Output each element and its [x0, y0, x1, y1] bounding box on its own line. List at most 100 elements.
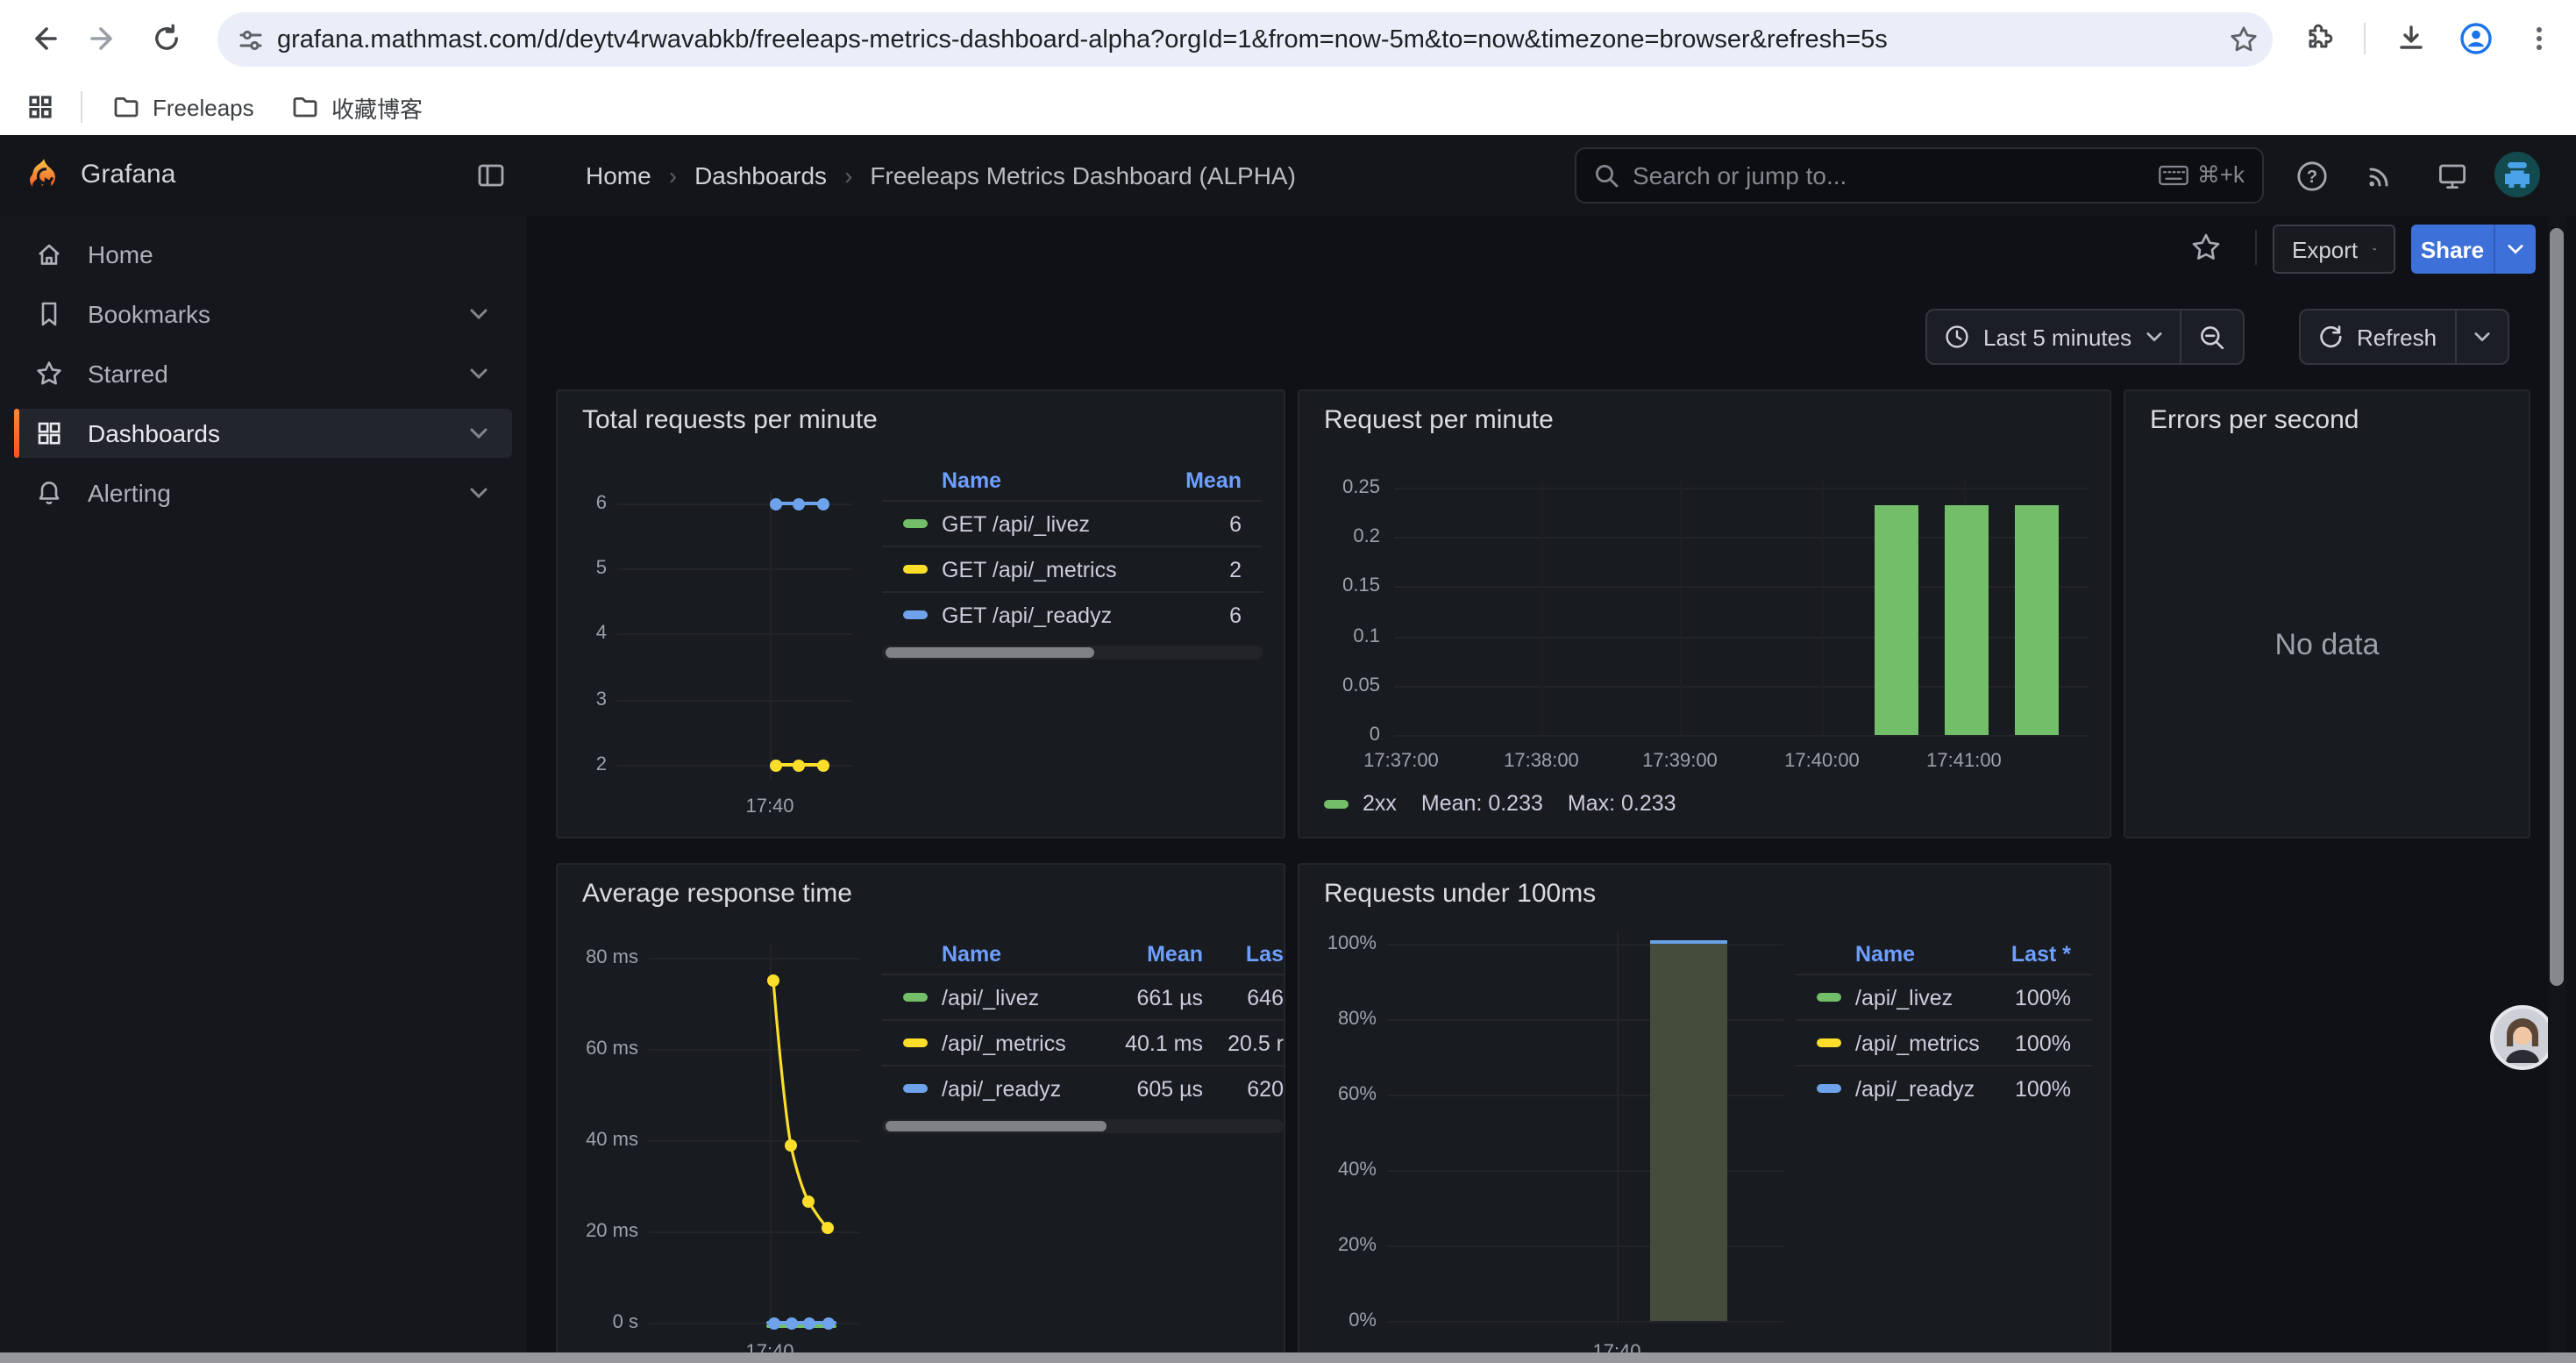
legend-inline[interactable]: 2xx Mean: 0.233 Max: 0.233 [1324, 791, 1676, 816]
series-swatch-yellow [903, 565, 928, 574]
area-fill-under100[interactable] [1650, 944, 1727, 1321]
legend-series-name: GET /api/_readyz [942, 603, 1150, 627]
reload-icon[interactable] [140, 12, 193, 65]
search-shortcut: ⌘+k [2159, 161, 2245, 189]
assistant-avatar[interactable] [2490, 1005, 2555, 1070]
legend-header-last[interactable]: Las [1203, 942, 1284, 967]
legend-row[interactable]: /api/_livez 100% [1796, 974, 2092, 1019]
series-swatch-yellow [903, 1038, 928, 1047]
bookmark-star-icon[interactable] [2217, 13, 2269, 66]
download-icon[interactable] [2385, 12, 2437, 65]
panel-title[interactable]: Total requests per minute [582, 405, 878, 435]
user-avatar[interactable] [2494, 151, 2541, 198]
sidebar-item-label: Bookmarks [88, 300, 445, 328]
series-point[interactable] [792, 759, 804, 771]
chevron-down-icon[interactable] [470, 309, 487, 319]
bookmark-folder-blogs[interactable]: 收藏博客 [277, 86, 437, 128]
legend-scrollbar-thumb[interactable] [886, 1121, 1107, 1131]
chevron-down-icon[interactable] [470, 488, 487, 498]
legend-row[interactable]: /api/_metrics 40.1 ms 20.5 r [882, 1019, 1284, 1065]
bar-2xx[interactable] [1875, 505, 1918, 735]
back-icon[interactable] [18, 12, 70, 65]
share-button[interactable]: Share [2411, 225, 2494, 274]
actions-divider [2255, 230, 2257, 265]
y-tick: 60% [1306, 1082, 1377, 1107]
screen: grafana.mathmast.com/d/deytv4rwavabkb/fr… [0, 0, 2576, 1363]
page-scrollbar-thumb[interactable] [2550, 228, 2564, 986]
chevron-down-icon[interactable] [470, 428, 487, 439]
legend-row[interactable]: /api/_readyz 605 µs 620 [882, 1065, 1284, 1110]
brand-label[interactable]: Grafana [81, 160, 175, 189]
x-tick: 17:37:00 [1345, 749, 1457, 774]
sidebar-item-dashboards[interactable]: Dashboards [14, 409, 512, 458]
series-swatch-green [903, 519, 928, 528]
bar-2xx[interactable] [1945, 505, 1989, 735]
legend-row[interactable]: GET /api/_metrics 2 [882, 546, 1263, 591]
export-button[interactable]: Export [2273, 225, 2395, 274]
favorite-star-icon[interactable] [2180, 221, 2232, 274]
home-icon [35, 240, 63, 268]
legend-scrollbar-thumb[interactable] [886, 647, 1095, 658]
legend-header-name[interactable]: Name [942, 942, 1091, 967]
series-point[interactable] [769, 759, 781, 771]
legend-row[interactable]: /api/_metrics 100% [1796, 1019, 2092, 1065]
bookmarks-bar: Freeleaps 收藏博客 [0, 79, 2576, 135]
panel-title[interactable]: Requests under 100ms [1324, 879, 1596, 909]
legend-header-last[interactable]: Last * [1980, 942, 2092, 967]
share-menu-button[interactable] [2494, 225, 2536, 274]
chevron-down-icon [2372, 244, 2376, 254]
sidebar-item-starred[interactable]: Starred [14, 349, 512, 398]
series-point[interactable] [816, 759, 829, 771]
legend-scrollbar[interactable] [882, 646, 1263, 660]
address-bar[interactable]: grafana.mathmast.com/d/deytv4rwavabkb/fr… [217, 12, 2273, 67]
gridline [1387, 1321, 1783, 1323]
legend-row[interactable]: GET /api/_readyz 6 [882, 591, 1263, 637]
monitor-icon[interactable] [2425, 149, 2478, 202]
panel-title[interactable]: Errors per second [2150, 405, 2359, 435]
toolbar-divider [2364, 23, 2366, 54]
breadcrumb-home[interactable]: Home [586, 161, 651, 189]
help-icon[interactable]: ? [2285, 149, 2338, 202]
sidebar-item-alerting[interactable]: Alerting [14, 468, 512, 517]
x-tick: 17:40:00 [1766, 749, 1878, 774]
legend-row[interactable]: /api/_livez 661 µs 646 [882, 974, 1284, 1019]
legend-scrollbar[interactable] [882, 1119, 1284, 1133]
refresh-interval-button[interactable] [2454, 310, 2507, 363]
extensions-icon[interactable] [2294, 12, 2346, 65]
x-tick: 17:40 [717, 795, 822, 819]
chevron-down-icon[interactable] [470, 368, 487, 379]
legend-row[interactable]: GET /api/_livez 6 [882, 500, 1263, 546]
sidebar-item-home[interactable]: Home [14, 230, 512, 279]
sidebar-toggle-icon[interactable] [465, 149, 517, 202]
browser-menu-icon[interactable] [2513, 12, 2565, 65]
sidebar-item-label: Starred [88, 360, 445, 388]
refresh-button[interactable]: Refresh [2301, 310, 2454, 363]
legend-row[interactable]: /api/_readyz 100% [1796, 1065, 2092, 1110]
legend-header-mean[interactable]: Mean [1150, 468, 1263, 493]
zoom-out-button[interactable] [2179, 310, 2242, 363]
series-point[interactable] [792, 497, 804, 510]
grafana-logo[interactable] [25, 156, 63, 195]
forward-icon[interactable] [77, 12, 130, 65]
search-icon [1594, 163, 1619, 188]
panel-title[interactable]: Request per minute [1324, 405, 1554, 435]
apps-grid-icon[interactable] [14, 81, 67, 133]
breadcrumb-dashboards[interactable]: Dashboards [694, 161, 827, 189]
legend-last-value: 646 [1203, 985, 1284, 1010]
legend-header-name[interactable]: Name [1855, 942, 1980, 967]
site-info-icon[interactable] [224, 13, 277, 66]
series-point[interactable] [769, 497, 781, 510]
search-input[interactable]: Search or jump to... ⌘+k [1575, 147, 2264, 203]
bookmark-folder-freeleaps[interactable]: Freeleaps [98, 86, 268, 128]
legend-table: Name Last * /api/_livez 100% /api/_metri… [1796, 935, 2092, 1110]
y-tick: 0.2 [1299, 525, 1380, 549]
bar-2xx[interactable] [2015, 505, 2059, 735]
sidebar-item-bookmarks[interactable]: Bookmarks [14, 289, 512, 339]
profile-icon[interactable] [2450, 12, 2502, 65]
news-rss-icon[interactable] [2353, 149, 2406, 202]
legend-header-mean[interactable]: Mean [1091, 942, 1203, 967]
time-range-picker[interactable]: Last 5 minutes [1927, 310, 2179, 363]
series-point[interactable] [816, 497, 829, 510]
legend-header-name[interactable]: Name [942, 468, 1150, 493]
url-text[interactable]: grafana.mathmast.com/d/deytv4rwavabkb/fr… [277, 25, 2217, 54]
